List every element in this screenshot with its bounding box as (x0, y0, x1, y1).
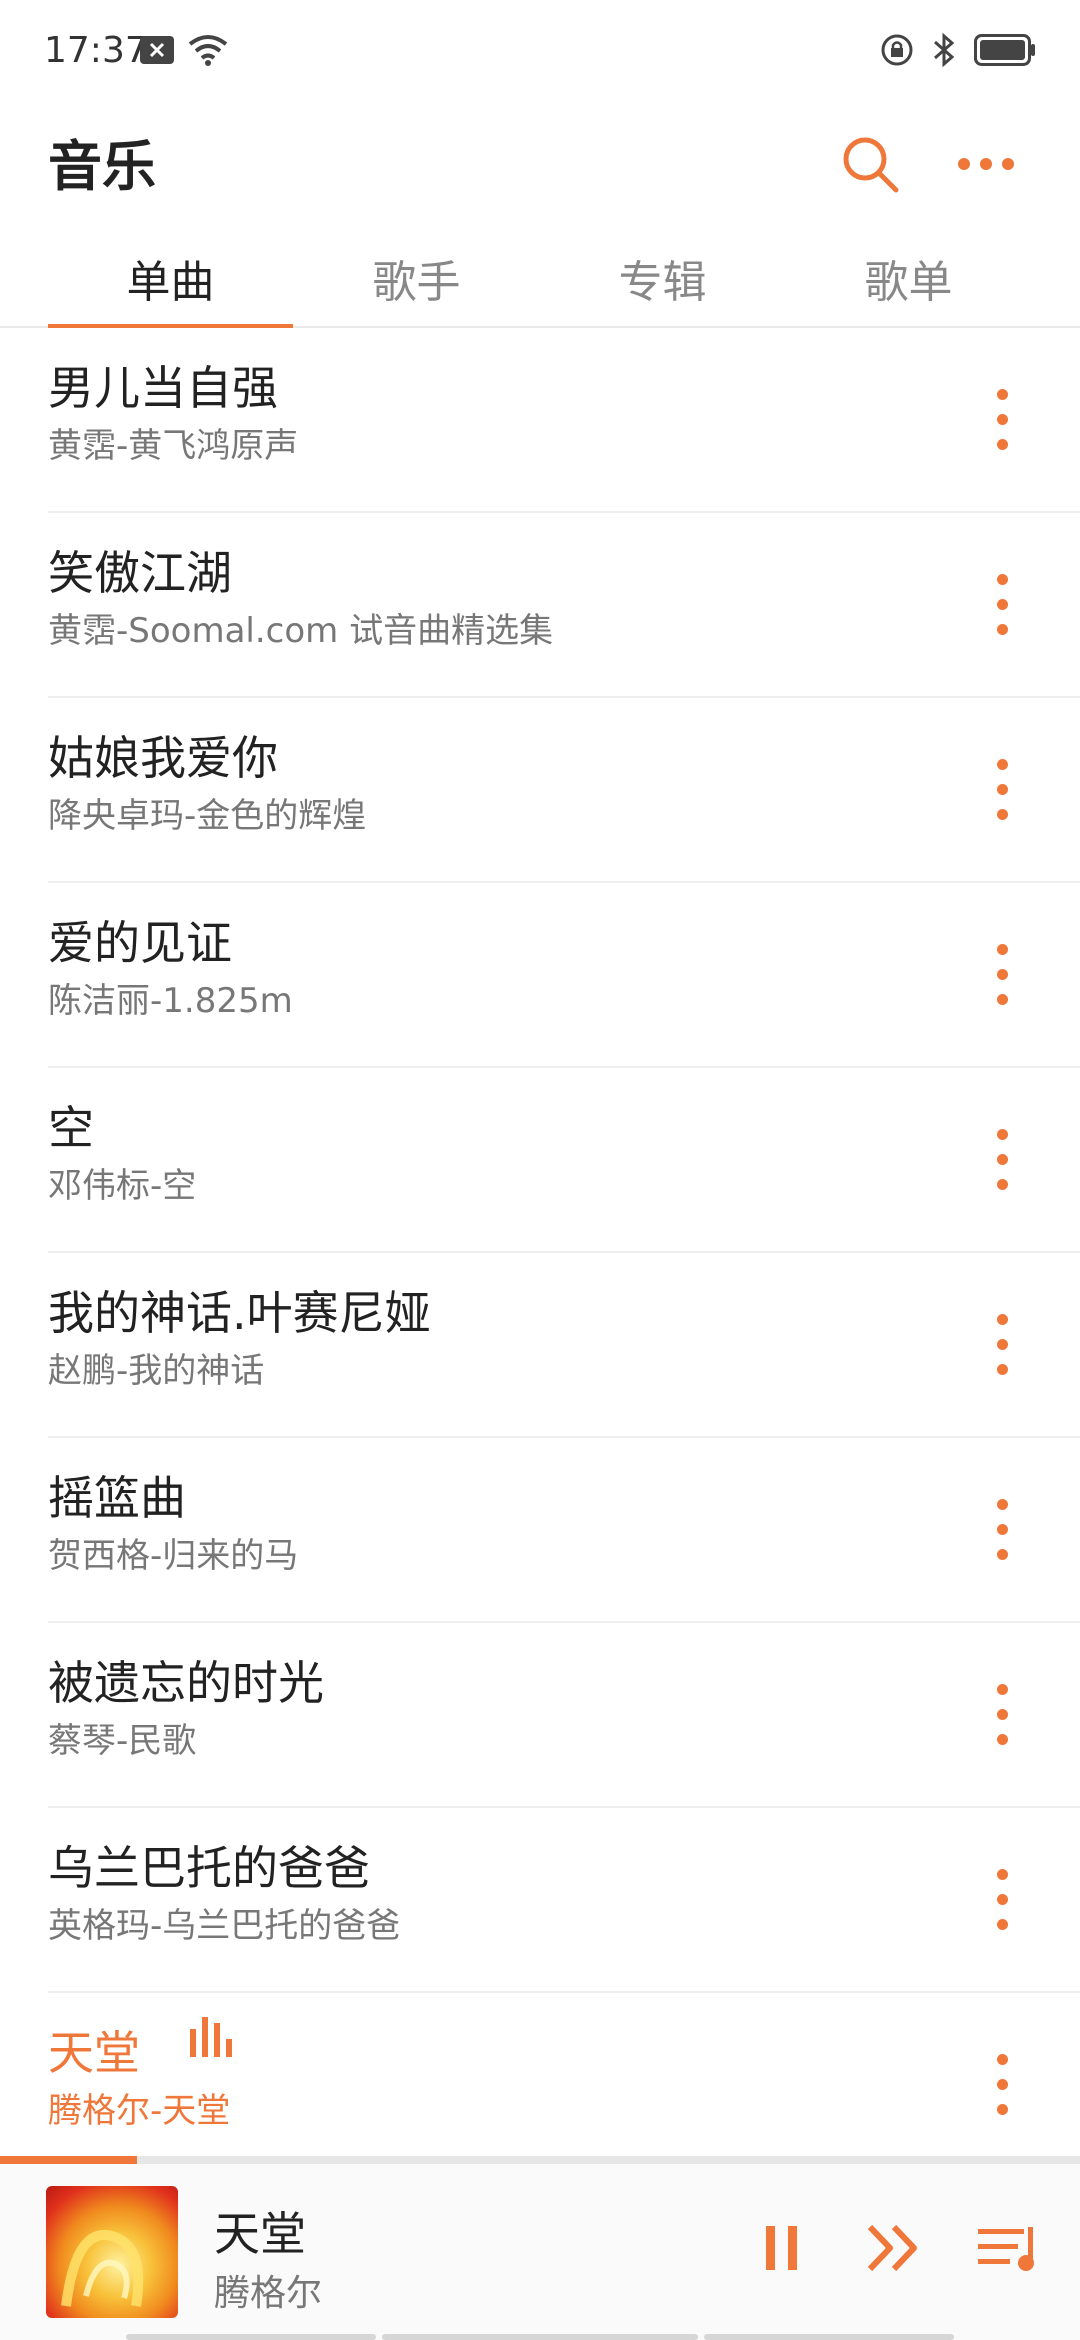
playback-progress-bar[interactable] (0, 2156, 1080, 2164)
playback-progress-fill (0, 2156, 138, 2164)
song-title: 被遗忘的时光 (48, 1656, 324, 1710)
song-row[interactable]: 笑傲江湖 黄霑-Soomal.com 试音曲精选集 (48, 513, 1080, 698)
header: 音乐 (0, 110, 1080, 240)
song-subtitle: 贺西格-归来的马 (48, 1536, 299, 1576)
tab-artists[interactable]: 歌手 (294, 230, 539, 326)
song-more-button[interactable] (972, 1114, 1032, 1204)
tab-bar: 单曲 歌手 专辑 歌单 (0, 230, 1080, 328)
song-more-button[interactable] (972, 1854, 1032, 1944)
playlist-button[interactable] (968, 2208, 1048, 2288)
song-row[interactable]: 摇篮曲 贺西格-归来的马 (48, 1438, 1080, 1623)
song-row[interactable]: 爱的见证 陈洁丽-1.825m (48, 883, 1080, 1068)
song-list: 男儿当自强 黄霑-黄飞鸿原声 笑傲江湖 黄霑-Soomal.com 试音曲精选集… (0, 328, 1080, 2176)
status-bar: 17:37 (0, 0, 1080, 110)
tab-albums[interactable]: 专辑 (540, 230, 785, 326)
song-subtitle: 陈洁丽-1.825m (48, 981, 293, 1021)
song-subtitle: 英格玛-乌兰巴托的爸爸 (48, 1906, 401, 1946)
song-more-button[interactable] (972, 1484, 1032, 1574)
song-title: 天堂 (48, 2026, 140, 2080)
more-horizontal-icon (958, 158, 1014, 170)
song-title: 摇篮曲 (48, 1471, 186, 1525)
song-row[interactable]: 乌兰巴托的爸爸 英格玛-乌兰巴托的爸爸 (48, 1808, 1080, 1993)
nav-indicator (704, 2334, 954, 2340)
song-subtitle: 降央卓玛-金色的辉煌 (48, 796, 367, 836)
song-row-now-playing[interactable]: 天堂 腾格尔-天堂 (48, 1993, 1080, 2176)
nav-indicator (382, 2334, 698, 2340)
next-track-icon (867, 2224, 917, 2272)
song-subtitle: 赵鹏-我的神话 (48, 1351, 265, 1391)
mini-player[interactable]: 天堂 腾格尔 (0, 2164, 1080, 2340)
song-row[interactable]: 被遗忘的时光 蔡琴-民歌 (48, 1623, 1080, 1808)
song-row[interactable]: 空 邓伟标-空 (48, 1068, 1080, 1253)
song-subtitle: 腾格尔-天堂 (48, 2091, 231, 2131)
song-title: 笑傲江湖 (48, 546, 232, 600)
song-subtitle: 邓伟标-空 (48, 1166, 197, 1206)
player-song-title: 天堂 (214, 2207, 306, 2261)
song-more-button[interactable] (972, 2039, 1032, 2129)
song-title: 男儿当自强 (48, 361, 278, 415)
song-subtitle: 黄霑-黄飞鸿原声 (48, 426, 299, 466)
song-title: 乌兰巴托的爸爸 (48, 1841, 370, 1895)
song-row[interactable]: 男儿当自强 黄霑-黄飞鸿原声 (48, 328, 1080, 513)
song-title: 空 (48, 1101, 94, 1155)
tab-playlists[interactable]: 歌单 (786, 230, 1031, 326)
song-subtitle: 蔡琴-民歌 (48, 1721, 197, 1761)
next-track-button[interactable] (854, 2208, 934, 2288)
song-more-button[interactable] (972, 374, 1032, 464)
more-options-button[interactable] (946, 124, 1026, 204)
playlist-icon (978, 2227, 1034, 2271)
tab-singles[interactable]: 单曲 (48, 230, 293, 326)
notification-x-icon (140, 36, 174, 68)
bluetooth-icon (932, 32, 956, 72)
album-art[interactable] (46, 2186, 178, 2318)
song-more-button[interactable] (972, 1669, 1032, 1759)
nav-indicator (126, 2334, 376, 2340)
song-title: 我的神话.叶赛尼娅 (48, 1286, 431, 1340)
now-playing-equalizer-icon (188, 2013, 238, 2063)
wifi-icon (188, 34, 228, 70)
song-title: 爱的见证 (48, 916, 232, 970)
rotation-lock-icon (880, 33, 914, 71)
page-title: 音乐 (48, 135, 156, 198)
song-title: 姑娘我爱你 (48, 731, 278, 785)
song-row[interactable]: 姑娘我爱你 降央卓玛-金色的辉煌 (48, 698, 1080, 883)
song-more-button[interactable] (972, 744, 1032, 834)
song-more-button[interactable] (972, 1299, 1032, 1389)
pause-button[interactable] (742, 2208, 822, 2288)
battery-icon (974, 34, 1036, 70)
player-artist: 腾格尔 (214, 2273, 323, 2314)
status-time: 17:37 (44, 30, 148, 71)
pause-icon (766, 2226, 797, 2270)
song-more-button[interactable] (972, 559, 1032, 649)
song-more-button[interactable] (972, 929, 1032, 1019)
search-button[interactable] (830, 124, 910, 204)
song-subtitle: 黄霑-Soomal.com 试音曲精选集 (48, 611, 554, 651)
song-row[interactable]: 我的神话.叶赛尼娅 赵鹏-我的神话 (48, 1253, 1080, 1438)
search-icon (843, 137, 899, 193)
